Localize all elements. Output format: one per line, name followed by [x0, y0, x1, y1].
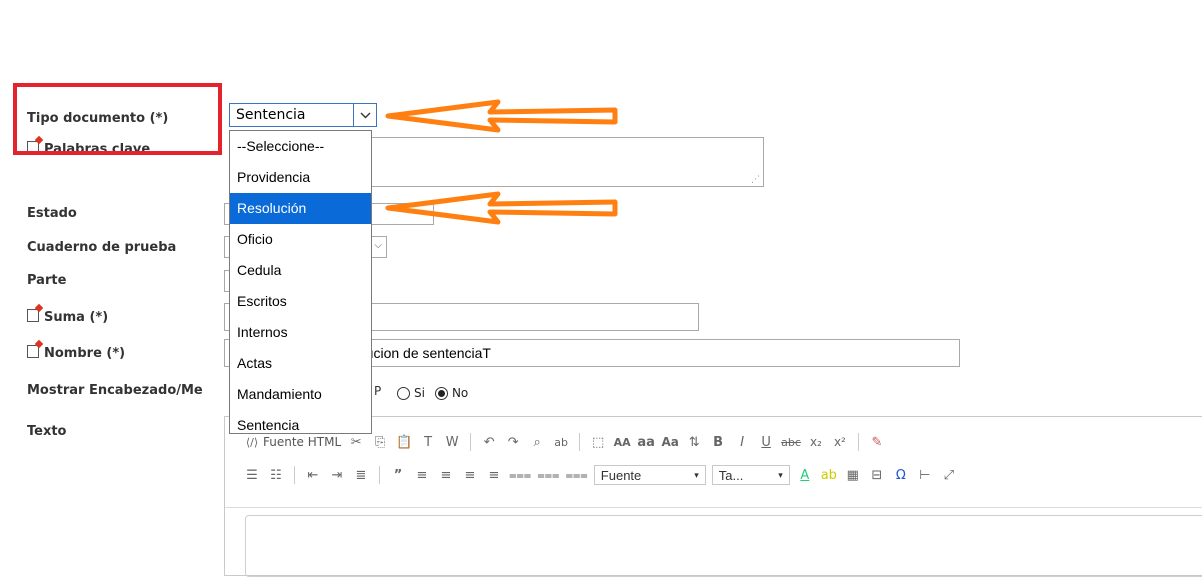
- orange-arrow-middle: [385, 191, 618, 225]
- resize-grip-icon: ⋰: [751, 175, 760, 185]
- horizontal-rule-icon[interactable]: ⊟: [868, 465, 886, 485]
- italic-icon[interactable]: I: [733, 432, 751, 452]
- copy-icon[interactable]: ⎘: [371, 432, 389, 452]
- maximize-icon[interactable]: ⤢: [940, 465, 958, 485]
- line-height-1-icon[interactable]: ⩶: [509, 465, 531, 485]
- superscript-icon[interactable]: x²: [831, 432, 849, 452]
- text-color-icon[interactable]: A: [796, 465, 814, 485]
- find-icon[interactable]: ⌕: [528, 432, 546, 452]
- radio-si-label: Si: [414, 386, 425, 400]
- bullet-list-icon[interactable]: ☷: [267, 465, 285, 485]
- indent-icon[interactable]: ⇥: [328, 465, 346, 485]
- separator: [294, 466, 295, 484]
- dropdown-option[interactable]: Cedula: [230, 255, 371, 286]
- strikethrough-icon[interactable]: abc: [781, 432, 801, 452]
- tipo-documento-select[interactable]: Sentencia: [229, 103, 377, 127]
- separator: [379, 466, 380, 484]
- redo-icon[interactable]: ↷: [504, 432, 522, 452]
- note-icon: [27, 309, 39, 322]
- radio-group: Si No: [397, 386, 468, 400]
- undo-icon[interactable]: ↶: [480, 432, 498, 452]
- suma-label: Suma (*): [27, 309, 108, 325]
- mostrar-suffix: P: [374, 384, 382, 398]
- radio-no[interactable]: [434, 386, 448, 400]
- lowercase-button[interactable]: aa: [637, 432, 655, 452]
- dropdown-option[interactable]: Escritos: [230, 286, 371, 317]
- dropdown-option[interactable]: Actas: [230, 348, 371, 379]
- chevron-down-icon: ▾: [694, 469, 699, 480]
- size-combo-value: Ta...: [718, 467, 744, 483]
- underline-icon[interactable]: U: [757, 432, 775, 452]
- bold-icon[interactable]: B: [709, 432, 727, 452]
- special-char-icon[interactable]: Ω: [892, 465, 910, 485]
- remove-format-icon[interactable]: ✎: [868, 432, 886, 452]
- align-justify-icon[interactable]: ≡: [485, 465, 503, 485]
- select-all-icon[interactable]: ⬚: [589, 432, 607, 452]
- numbered-list-icon[interactable]: ☰: [243, 465, 261, 485]
- titlecase-button[interactable]: Aa: [661, 432, 679, 452]
- chevron-down-icon: ▾: [778, 469, 783, 480]
- texto-label: Texto: [27, 424, 67, 439]
- paste-word-icon[interactable]: W: [443, 432, 461, 452]
- align-left-icon[interactable]: ≡: [413, 465, 431, 485]
- line-height-2-icon[interactable]: ⩶: [566, 465, 588, 485]
- tipo-documento-dropdown: --Seleccione-- Providencia Resolución Of…: [229, 130, 372, 434]
- font-combo[interactable]: Fuente ▾: [593, 465, 706, 485]
- paste-icon[interactable]: 📋: [395, 432, 413, 452]
- dropdown-option[interactable]: Internos: [230, 317, 371, 348]
- block-icon[interactable]: ≣: [352, 465, 370, 485]
- nombre-label: Nombre (*): [27, 345, 125, 361]
- subscript-icon[interactable]: x₂: [807, 432, 825, 452]
- red-highlight-box: [13, 83, 222, 155]
- chevron-down-icon: ⌵: [374, 240, 382, 251]
- outdent-icon[interactable]: ⇤: [304, 465, 322, 485]
- parte-label: Parte: [27, 273, 67, 288]
- separator: [470, 433, 472, 451]
- orange-arrow-top: [385, 99, 618, 133]
- uppercase-button[interactable]: AA: [613, 432, 631, 452]
- separator: [579, 433, 581, 451]
- table-icon[interactable]: ▦: [844, 465, 862, 485]
- dropdown-option[interactable]: Oficio: [230, 224, 371, 255]
- suma-text: Suma (*): [44, 310, 109, 325]
- blockquote-icon[interactable]: ”: [389, 465, 407, 485]
- paste-text-icon[interactable]: T: [419, 432, 437, 452]
- align-center-icon[interactable]: ≡: [437, 465, 455, 485]
- highlight-color-icon[interactable]: ab: [820, 465, 838, 485]
- dropdown-option[interactable]: Mandamiento: [230, 379, 371, 410]
- radio-si[interactable]: [397, 386, 410, 400]
- note-icon: [27, 345, 39, 358]
- cuaderno-label: Cuaderno de prueba: [27, 240, 177, 255]
- toggle-case-icon[interactable]: ⇅: [685, 432, 703, 452]
- dropdown-option[interactable]: Resolución: [230, 193, 371, 224]
- estado-label: Estado: [27, 206, 77, 221]
- separator: [857, 433, 859, 451]
- page-break-icon[interactable]: ⊢: [916, 465, 934, 485]
- size-combo[interactable]: Ta... ▾: [711, 465, 790, 485]
- align-right-icon[interactable]: ≡: [461, 465, 479, 485]
- dropdown-option[interactable]: Providencia: [230, 162, 371, 193]
- chevron-down-icon[interactable]: [353, 104, 376, 126]
- mostrar-encabezado-label: Mostrar Encabezado/Me: [27, 383, 203, 398]
- font-combo-value: Fuente: [600, 467, 642, 483]
- tipo-documento-value: Sentencia: [236, 107, 306, 123]
- line-height-15-icon[interactable]: ⩶: [537, 465, 559, 485]
- dropdown-option[interactable]: --Seleccione--: [230, 131, 371, 162]
- dropdown-option[interactable]: Sentencia: [230, 410, 371, 441]
- nombre-text: Nombre (*): [44, 346, 126, 361]
- radio-no-label: No: [451, 386, 469, 400]
- editor-content-area[interactable]: [245, 515, 1202, 577]
- replace-icon[interactable]: ab: [552, 432, 570, 452]
